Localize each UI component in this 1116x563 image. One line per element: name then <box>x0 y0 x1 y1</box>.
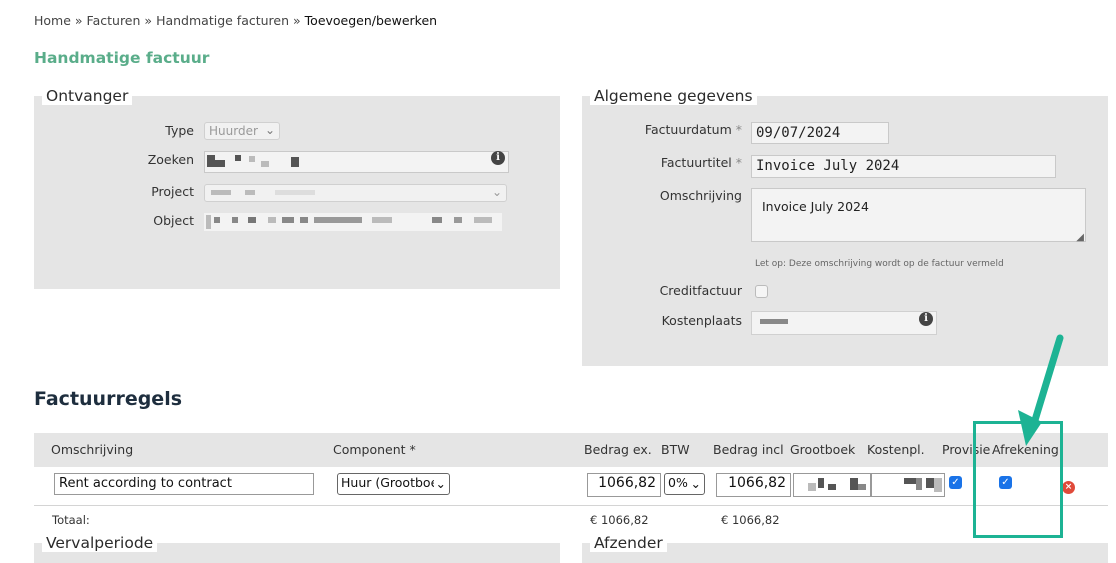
costcenter-input[interactable]: i <box>751 311 937 335</box>
invoice-lines-header: Omschrijving Component * Bedrag ex. BTW … <box>34 433 1108 467</box>
col-description: Omschrijving <box>51 442 134 457</box>
sender-legend: Afzender <box>590 534 667 552</box>
type-select[interactable]: Huurder ⌄ <box>204 122 280 140</box>
object-label: Object <box>153 213 194 228</box>
breadcrumb: Home » Facturen » Handmatige facturen » … <box>34 13 437 28</box>
type-label: Type <box>165 123 194 138</box>
breadcrumb-separator: » <box>144 13 153 28</box>
breadcrumb-separator: » <box>74 13 83 28</box>
recipient-legend: Ontvanger <box>42 87 133 105</box>
chevron-down-icon: ⌄ <box>690 476 701 491</box>
line-costcenter-select[interactable] <box>871 473 945 497</box>
general-legend: Algemene gegevens <box>590 87 757 105</box>
breadcrumb-separator: » <box>293 13 301 28</box>
line-vat-select[interactable]: 0% ⌄ <box>664 473 705 495</box>
total-amount-ex: € 1066,82 <box>590 513 649 527</box>
expiry-legend: Vervalperiode <box>42 534 158 552</box>
project-label: Project <box>151 184 194 199</box>
credit-invoice-checkbox[interactable] <box>755 285 768 298</box>
line-amount-ex-input[interactable]: 1066,82 <box>587 473 661 497</box>
line-component-select[interactable]: Huur (Grootboe ⌄ <box>337 473 450 495</box>
col-component: Component * <box>333 442 416 457</box>
info-icon[interactable]: i <box>491 151 505 165</box>
search-input[interactable]: i <box>204 151 509 173</box>
invoice-date-input[interactable]: 09/07/2024 <box>751 122 889 144</box>
col-vat: BTW <box>661 442 690 457</box>
project-select[interactable]: ⌄ <box>204 184 507 202</box>
chevron-down-icon: ⌄ <box>433 476 446 491</box>
row-divider <box>34 505 1108 506</box>
line-description-input[interactable]: Rent according to contract <box>54 473 314 495</box>
col-amount-incl: Bedrag incl <box>713 442 784 457</box>
chevron-down-icon: ⌄ <box>491 185 502 199</box>
search-label: Zoeken <box>147 152 194 167</box>
description-textarea[interactable]: Invoice July 2024 ◢ <box>751 188 1086 243</box>
line-commission-checkbox[interactable]: ✓ <box>949 476 962 489</box>
col-amount-ex: Bedrag ex. <box>584 442 652 457</box>
description-label: Omschrijving <box>659 188 742 203</box>
breadcrumb-home[interactable]: Home <box>34 13 71 28</box>
type-select-value: Huurder <box>209 124 258 138</box>
invoice-title-label: Factuurtitel * <box>660 155 742 170</box>
credit-invoice-label: Creditfactuur <box>659 283 742 298</box>
total-label: Totaal: <box>52 513 90 527</box>
chevron-down-icon: ⌄ <box>264 123 275 137</box>
col-costcenter: Kostenpl. <box>867 442 925 457</box>
description-note: Let op: Deze omschrijving wordt op de fa… <box>755 259 1004 269</box>
costcenter-label: Kostenplaats <box>661 313 742 328</box>
resize-handle-icon: ◢ <box>1076 232 1084 243</box>
annotation-arrow-icon <box>1018 334 1064 446</box>
breadcrumb-manual-invoices[interactable]: Handmatige facturen <box>156 13 289 28</box>
breadcrumb-current: Toevoegen/bewerken <box>304 13 438 28</box>
info-icon[interactable]: i <box>919 312 933 326</box>
breadcrumb-facturen[interactable]: Facturen <box>87 13 141 28</box>
line-ledger-select[interactable] <box>793 473 871 497</box>
invoice-date-label: Factuurdatum * <box>644 122 742 137</box>
object-field <box>204 213 502 231</box>
col-ledger: Grootboek <box>790 442 856 457</box>
remove-line-icon[interactable]: × <box>1062 481 1075 494</box>
page-title: Handmatige factuur <box>34 49 210 67</box>
invoice-lines-heading: Factuurregels <box>34 388 183 410</box>
invoice-title-input[interactable]: Invoice July 2024 <box>751 155 1056 178</box>
line-amount-incl-input[interactable]: 1066,82 <box>716 473 791 497</box>
total-amount-incl: € 1066,82 <box>721 513 780 527</box>
